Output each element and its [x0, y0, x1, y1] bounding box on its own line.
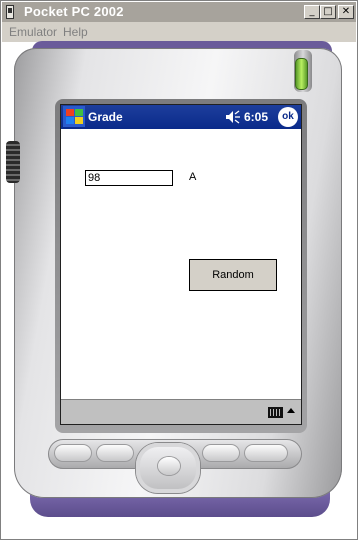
- device-screen: Grade 6:05 ok 98 A Random: [60, 104, 302, 425]
- navigation-bar: Grade 6:05 ok: [61, 105, 301, 129]
- pocket-pc-app-icon: [6, 5, 14, 19]
- app-title: Grade: [88, 110, 123, 124]
- hardware-button-1[interactable]: [54, 444, 92, 462]
- input-menu-arrow-icon[interactable]: [287, 408, 295, 413]
- start-button[interactable]: [63, 106, 85, 127]
- notification-led-icon: [295, 58, 308, 90]
- minimize-icon: _: [309, 6, 315, 17]
- emulator-client-area: Grade 6:05 ok 98 A Random: [2, 41, 356, 539]
- hardware-button-2[interactable]: [96, 444, 134, 462]
- clock[interactable]: 6:05: [244, 110, 268, 124]
- command-bar: [61, 399, 301, 424]
- hardware-button-3[interactable]: [202, 444, 240, 462]
- speaker-icon[interactable]: [225, 110, 241, 124]
- maximize-button[interactable]: □: [320, 5, 336, 19]
- side-jog-dial[interactable]: [6, 141, 20, 183]
- minimize-button[interactable]: _: [304, 5, 320, 19]
- hardware-button-4[interactable]: [244, 444, 288, 462]
- menu-emulator[interactable]: Emulator: [9, 25, 57, 39]
- navigation-pad-center[interactable]: [158, 457, 180, 475]
- keyboard-icon[interactable]: [268, 407, 283, 418]
- ok-button[interactable]: ok: [278, 107, 298, 127]
- close-button[interactable]: ✕: [338, 5, 354, 19]
- close-icon: ✕: [341, 6, 351, 17]
- grade-label: A: [189, 171, 197, 183]
- score-input[interactable]: 98: [85, 170, 173, 186]
- maximize-icon: □: [323, 6, 333, 17]
- emulator-window: Pocket PC 2002 _ □ ✕ Emulator Help Grade…: [0, 0, 358, 540]
- random-button[interactable]: Random: [189, 259, 277, 291]
- window-title: Pocket PC 2002: [24, 4, 124, 19]
- menu-help[interactable]: Help: [63, 25, 88, 39]
- window-titlebar[interactable]: Pocket PC 2002 _ □ ✕: [2, 2, 356, 22]
- menu-bar: Emulator Help: [2, 22, 356, 43]
